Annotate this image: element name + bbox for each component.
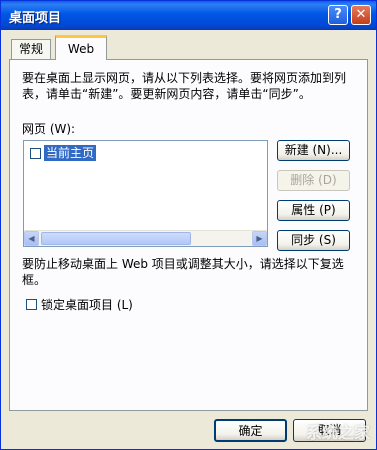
webpages-list[interactable]: 当前主页 ◀ ▶ [23,140,268,247]
watermark-logo: 系统之家 [305,423,370,442]
delete-button[interactable]: 删除 (D) [277,170,350,191]
sync-button[interactable]: 同步 (S) [277,230,350,251]
chevron-left-icon: ◀ [28,234,35,243]
close-button[interactable]: ✕ [351,5,371,25]
desktop-items-dialog: 桌面项目 ? ✕ 常规 Web 要在桌面上显示网页，请从以下列表选择。要将网页添… [0,0,377,450]
lock-items-label: 锁定桌面项目 (L) [41,298,133,312]
title-bar[interactable]: 桌面项目 ? ✕ [1,1,376,30]
list-item[interactable]: 当前主页 [30,145,97,161]
new-button[interactable]: 新建 (N)... [277,140,350,161]
web-tab-panel: 要在桌面上显示网页，请从以下列表选择。要将网页添加到列表，请单击“新建”。要更新… [9,59,368,411]
scroll-right-button[interactable]: ▶ [252,231,267,246]
webpages-label: 网页 (W): [22,122,76,136]
scrollbar-thumb[interactable] [41,232,191,245]
chevron-right-icon: ▶ [256,234,263,243]
lock-note-text: 要防止移动桌面上 Web 项目或调整其大小，请选择以下复选框。 [22,257,344,287]
properties-button[interactable]: 属性 (P) [277,200,350,221]
tab-general[interactable]: 常规 [11,39,51,59]
scroll-left-button[interactable]: ◀ [24,231,39,246]
tab-web[interactable]: Web [55,35,107,60]
dialog-title: 桌面项目 [9,11,62,26]
horizontal-scrollbar[interactable]: ◀ ▶ [24,230,267,246]
lock-items-checkbox[interactable] [26,299,37,310]
description-text: 要在桌面上显示网页，请从以下列表选择。要将网页添加到列表，请单击“新建”。要更新… [22,71,347,101]
ok-button[interactable]: 确定 [214,419,287,442]
list-item-checkbox[interactable] [30,147,41,159]
question-icon: ? [334,7,342,22]
close-icon: ✕ [355,7,367,22]
help-button[interactable]: ? [328,5,348,25]
lock-items-option[interactable]: 锁定桌面项目 (L) [26,296,133,313]
list-item-label: 当前主页 [44,145,97,161]
